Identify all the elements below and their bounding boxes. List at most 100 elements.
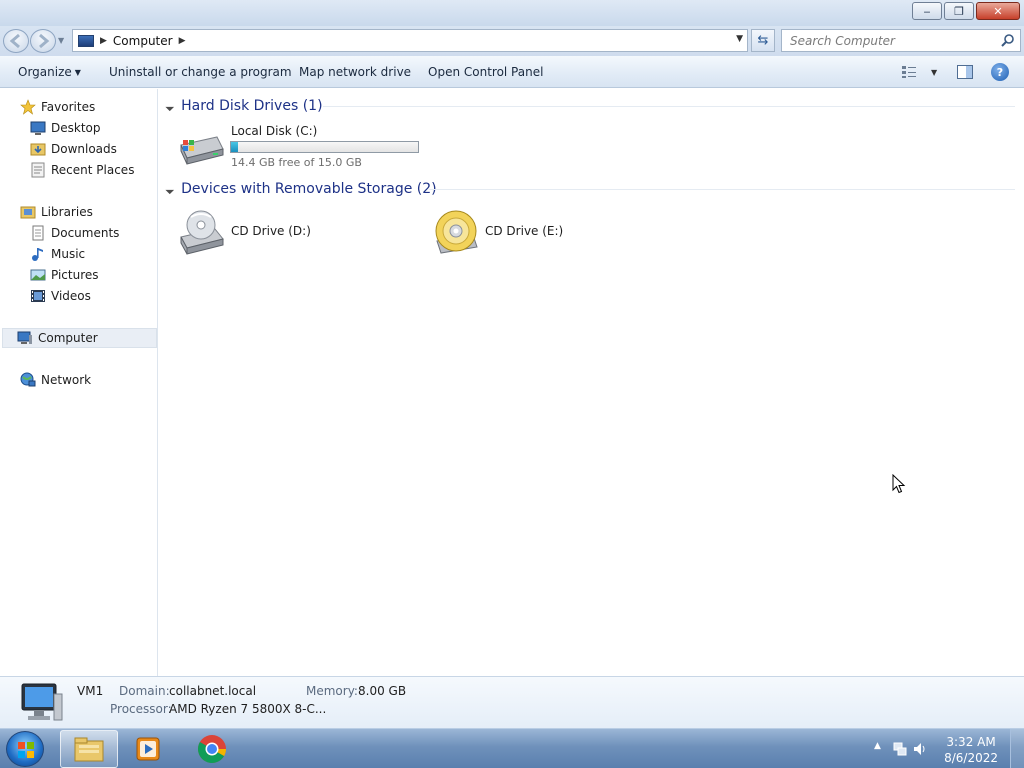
show-desktop-button[interactable] [1010, 729, 1024, 768]
forward-button[interactable] [30, 29, 56, 53]
clock-time: 3:32 AM [946, 735, 996, 749]
sidebar-item-label: Recent Places [51, 163, 135, 177]
disk-usage-fill [231, 142, 239, 152]
caption-buttons: ‒ ❐ ✕ [910, 2, 1020, 20]
hard-drive-windows-icon [180, 136, 224, 165]
sidebar-item-computer[interactable]: Computer [2, 328, 157, 348]
memory-value: 8.00 GB [358, 684, 407, 698]
back-button[interactable] [3, 29, 29, 53]
group-header-hard-disk-drives[interactable]: ◢ Hard Disk Drives (1) [165, 96, 323, 116]
sidebar-item-label: Videos [51, 289, 91, 303]
sidebar-item-network[interactable]: Network [20, 370, 91, 390]
taskbar-google-chrome[interactable] [183, 730, 241, 768]
media-player-icon [136, 737, 160, 761]
computer-icon [17, 331, 32, 344]
map-network-drive-button[interactable]: Map network drive [299, 65, 411, 79]
start-button[interactable] [6, 731, 44, 767]
address-dropdown-icon[interactable]: ▼ [736, 34, 743, 44]
group-header-removable-storage[interactable]: ◢ Devices with Removable Storage (2) [165, 179, 437, 199]
forward-arrow-icon [39, 33, 50, 49]
open-control-panel-button[interactable]: Open Control Panel [428, 65, 543, 79]
sidebar-item-pictures[interactable]: Pictures [30, 265, 99, 285]
organize-label: Organize [18, 65, 72, 79]
drive-cd-e[interactable]: CD Drive (E:) [433, 207, 673, 257]
group-divider [429, 189, 1015, 190]
sidebar-item-libraries[interactable]: Libraries [20, 202, 93, 222]
drive-label: CD Drive (E:) [485, 224, 564, 238]
group-title: Devices with Removable Storage (2) [181, 181, 437, 197]
refresh-icon: ⇆ [757, 33, 769, 48]
processor-value: AMD Ryzen 7 5800X 8-C... [169, 702, 327, 716]
volume-icon[interactable] [912, 741, 928, 757]
cd-drive-icon [180, 210, 224, 255]
collapse-triangle-icon[interactable]: ◢ [165, 184, 176, 195]
close-button[interactable]: ✕ [976, 2, 1020, 20]
drive-label: Local Disk (C:) [231, 124, 318, 138]
domain-label: Domain: [119, 684, 170, 698]
preview-pane-icon [957, 65, 973, 79]
windows-logo-icon [18, 742, 34, 758]
sidebar-item-desktop[interactable]: Desktop [30, 118, 101, 138]
search-input[interactable] [782, 30, 992, 51]
desktop-icon [30, 121, 46, 135]
search-box[interactable] [781, 29, 1021, 52]
preview-pane-button[interactable] [957, 63, 973, 81]
sidebar-item-label: Computer [38, 331, 98, 345]
taskbar-windows-explorer[interactable] [60, 730, 118, 768]
breadcrumb-separator-icon[interactable]: ▶ [179, 36, 186, 46]
uninstall-program-button[interactable]: Uninstall or change a program [109, 65, 292, 79]
breadcrumb-separator-icon[interactable]: ▶ [100, 36, 107, 46]
sidebar-item-label: Pictures [51, 268, 99, 282]
sidebar-item-label: Downloads [51, 142, 117, 156]
sidebar-item-music[interactable]: Music [30, 244, 85, 264]
sidebar-item-label: Libraries [41, 205, 93, 219]
chrome-icon [198, 735, 226, 763]
sidebar-item-label: Documents [51, 226, 120, 240]
show-hidden-icons-chevron-icon[interactable]: ▲ [874, 741, 881, 751]
star-icon [20, 99, 36, 115]
help-button[interactable]: ? [991, 63, 1009, 81]
refresh-button[interactable]: ⇆ [751, 29, 775, 52]
clock[interactable]: 3:32 AM 8/6/2022 [944, 734, 998, 766]
cd-disc-gold-icon [435, 210, 478, 254]
taskbar-windows-media-player[interactable] [120, 730, 178, 768]
drive-local-disk-c[interactable]: Local Disk (C:) 14.4 GB free of 15.0 GB [175, 121, 425, 171]
pictures-icon [30, 269, 46, 281]
sidebar-item-videos[interactable]: Videos [30, 286, 91, 306]
breadcrumb-computer[interactable]: Computer [113, 34, 173, 48]
network-tray-icon[interactable] [892, 741, 908, 757]
navigation-pane: Favorites Desktop Downloads Recent Place… [0, 89, 158, 676]
libraries-icon [20, 206, 36, 219]
memory-label: Memory: [306, 684, 358, 698]
search-icon[interactable] [1001, 33, 1015, 47]
music-note-icon [32, 248, 43, 261]
chevron-down-icon[interactable]: ▼ [931, 68, 937, 77]
maximize-button[interactable]: ❐ [944, 2, 974, 20]
minimize-button[interactable]: ‒ [912, 2, 942, 20]
recent-pages-dropdown-icon[interactable]: ▼ [58, 36, 64, 45]
back-arrow-icon [9, 33, 20, 49]
documents-icon [32, 225, 44, 241]
title-bar: ‒ ❐ ✕ [0, 0, 1024, 26]
computer-icon [78, 34, 94, 47]
sidebar-item-recent-places[interactable]: Recent Places [30, 160, 134, 180]
sidebar-item-downloads[interactable]: Downloads [30, 139, 117, 159]
downloads-folder-icon [30, 143, 46, 156]
sidebar-item-favorites[interactable]: Favorites [20, 97, 95, 117]
videos-filmstrip-icon [31, 290, 45, 302]
change-view-button[interactable]: ▼ [901, 63, 937, 81]
drive-cd-d[interactable]: CD Drive (D:) [175, 207, 415, 257]
taskbar: ▲ 3:32 AM 8/6/2022 [0, 728, 1024, 768]
address-bar[interactable]: ▶ Computer ▶ ▼ [72, 29, 748, 52]
drive-free-space: 14.4 GB free of 15.0 GB [231, 156, 362, 169]
system-tray: ▲ 3:32 AM 8/6/2022 [844, 729, 1024, 768]
domain-value: collabnet.local [169, 684, 257, 698]
view-list-icon [902, 66, 916, 78]
computer-monitor-icon [21, 683, 63, 721]
collapse-triangle-icon[interactable]: ◢ [165, 101, 176, 112]
organize-button[interactable]: Organize ▼ [18, 65, 81, 79]
recent-places-icon [31, 162, 45, 178]
processor-label: Processor: [110, 702, 172, 716]
sidebar-item-documents[interactable]: Documents [30, 223, 119, 243]
content-area: ◢ Hard Disk Drives (1) Local Disk (C:) 1… [159, 89, 1024, 676]
